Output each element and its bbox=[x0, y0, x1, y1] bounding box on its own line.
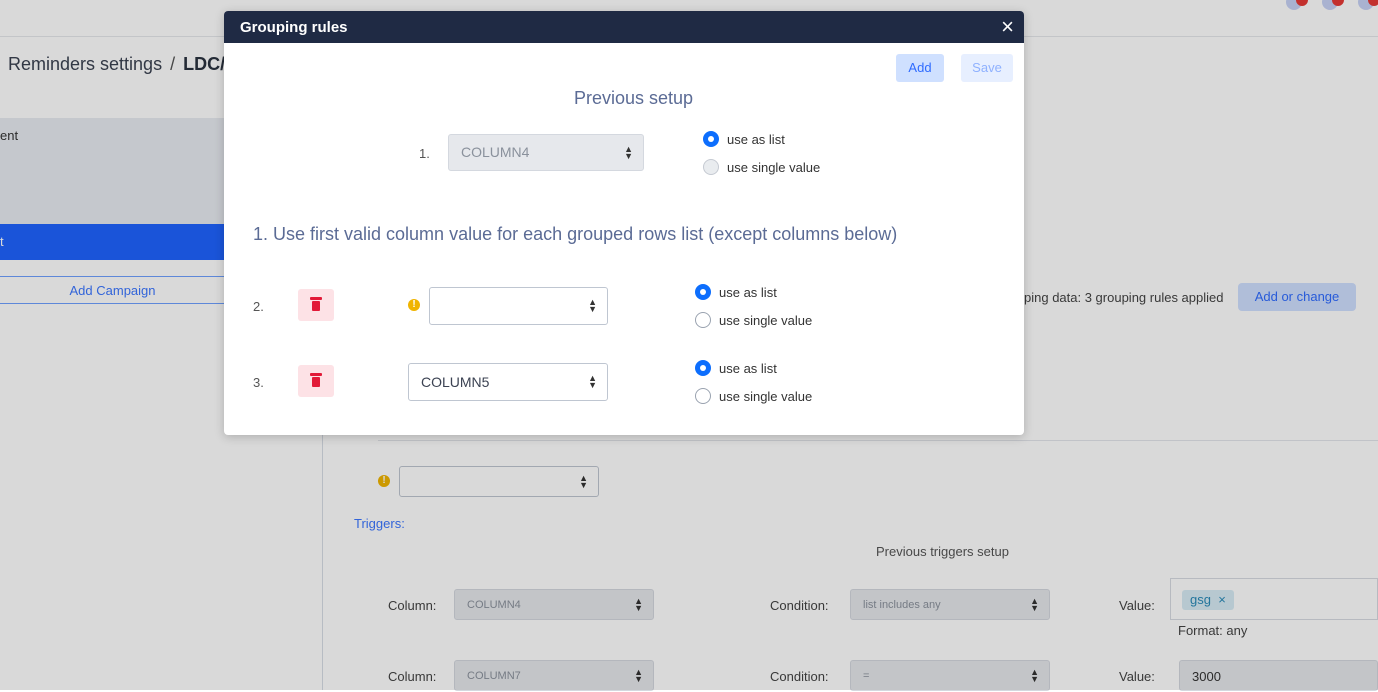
rule-column-value: COLUMN5 bbox=[421, 374, 490, 390]
previous-use-as-list-label: use as list bbox=[727, 132, 785, 147]
section-title: 1. Use first valid column value for each… bbox=[253, 224, 898, 244]
add-button[interactable]: Add bbox=[896, 54, 944, 82]
delete-rule-button[interactable] bbox=[298, 365, 334, 397]
use-single-value-radio[interactable] bbox=[695, 388, 711, 404]
use-as-list-radio[interactable] bbox=[695, 360, 711, 376]
rule-column-select[interactable]: COLUMN5 ▲ ▼ bbox=[408, 363, 608, 401]
save-button[interactable]: Save bbox=[961, 54, 1013, 82]
close-icon[interactable]: × bbox=[1001, 16, 1014, 38]
previous-use-single-value-radio bbox=[703, 159, 719, 175]
use-single-value-label: use single value bbox=[719, 313, 813, 328]
grouping-rules-modal: Grouping rules × Add Save Previous setup… bbox=[224, 11, 1024, 435]
rule-column-select[interactable]: ▲ ▼ bbox=[429, 287, 608, 325]
use-as-list-radio[interactable] bbox=[695, 284, 711, 300]
warning-icon: ! bbox=[408, 299, 420, 311]
use-as-list-label: use as list bbox=[719, 285, 777, 300]
row-number: 3. bbox=[253, 375, 264, 390]
use-as-list-label: use as list bbox=[719, 361, 777, 376]
modal-title: Grouping rules bbox=[240, 19, 348, 36]
sort-caret-icon: ▲ ▼ bbox=[588, 297, 597, 314]
row-number: 1. bbox=[419, 146, 430, 161]
sort-caret-icon: ▲ ▼ bbox=[624, 143, 633, 161]
previous-column-value: COLUMN4 bbox=[461, 144, 530, 160]
delete-rule-button[interactable] bbox=[298, 289, 334, 321]
previous-use-single-value-label: use single value bbox=[727, 160, 821, 175]
sort-caret-icon: ▲ ▼ bbox=[588, 373, 597, 390]
use-single-value-radio[interactable] bbox=[695, 312, 711, 328]
previous-column-select: COLUMN4 ▲ ▼ bbox=[448, 134, 644, 171]
previous-setup-title: Previous setup bbox=[574, 88, 694, 108]
row-number: 2. bbox=[253, 299, 264, 314]
trash-icon bbox=[310, 373, 322, 387]
previous-use-as-list-radio bbox=[703, 131, 719, 147]
modal-header: Grouping rules × bbox=[224, 11, 1024, 43]
use-single-value-label: use single value bbox=[719, 389, 813, 404]
trash-icon bbox=[310, 297, 322, 311]
